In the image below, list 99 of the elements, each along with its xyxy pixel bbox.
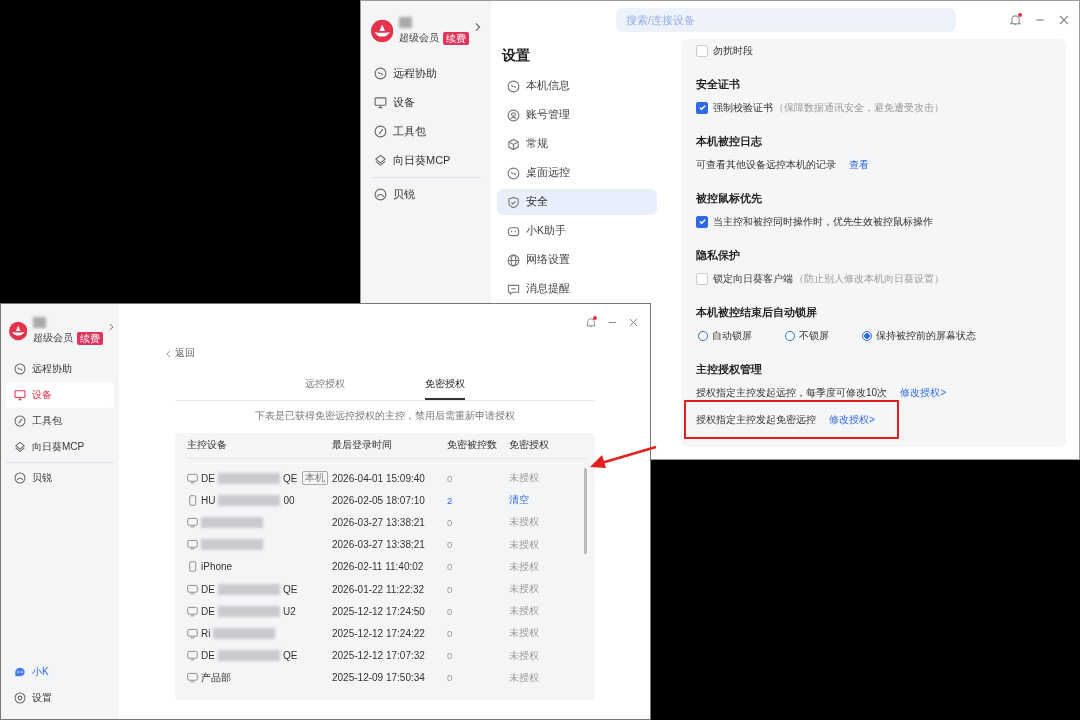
table-cell-text: 0 [447, 672, 454, 684]
device-name: 00 [283, 494, 295, 506]
tab[interactable]: 免密授权 [425, 378, 465, 400]
description-text: 可查看其他设备远控本机的记录 [696, 157, 836, 172]
sidebar-item[interactable]: 工具包 [6, 408, 114, 434]
table-cell-text: 2025-12-09 17:50:34 [332, 672, 426, 684]
table-cell-text: 0 [447, 561, 454, 573]
table-cell-text: 2 [447, 494, 454, 506]
sidebar-item[interactable]: 向日葵MCP [6, 434, 114, 460]
table-cell-text: 2026-04-01 15:09:40 [332, 472, 426, 484]
table-cell-text: 0 [447, 539, 454, 551]
sidebar-item[interactable]: 向日葵MCP [371, 146, 481, 175]
table-cell: 未授权 [509, 604, 539, 619]
section-heading: 主控授权管理 [696, 362, 763, 377]
column-header: 主控设备 [187, 439, 228, 452]
table-cell-text: 2026-01-22 11:22:32 [332, 583, 426, 595]
device-name: DE [201, 583, 215, 595]
settings-nav-item[interactable]: 账号管理 [497, 102, 657, 128]
checkbox-label: 勿扰时段 [713, 43, 753, 58]
sidebar-item[interactable]: 设备 [6, 382, 114, 408]
section-heading: 本机被控结束后自动锁屏 [696, 305, 818, 320]
device-name: U2 [282, 605, 296, 617]
device-name: iPhone [201, 561, 233, 573]
description-text: 下表是已获得免密远控授权的主控，禁用后需重新申请授权 [254, 410, 516, 423]
checkbox-label: 当主控和被控同时操作时，优先生效被控鼠标操作 [713, 214, 933, 229]
checkbox-note: （保障数据通讯安全，避免遭受攻击） [774, 100, 944, 115]
table-cell: 未授权 [509, 648, 539, 663]
device-name: 产品部 [201, 670, 231, 685]
section-heading: 隐私保护 [696, 248, 741, 263]
table-cell-text: 2025-12-12 17:07:32 [332, 650, 426, 662]
renew-badge[interactable]: 续费 [443, 31, 470, 45]
column-header: 免密授权 [509, 439, 549, 452]
table-cell-text: 2026-02-05 18:07:10 [332, 494, 426, 506]
device-name: DE [201, 650, 215, 662]
link[interactable]: 查看 [849, 157, 869, 172]
table-cell-text: 0 [447, 605, 454, 617]
section-heading: 本机被控日志 [696, 134, 763, 149]
device-name: DE [201, 605, 215, 617]
device-name: QE [282, 583, 298, 595]
settings-nav-item[interactable]: 桌面远控 [497, 160, 657, 186]
table-cell: 未授权 [509, 670, 539, 685]
table-cell: 未授权 [509, 582, 539, 597]
table-cell-text: 0 [447, 516, 454, 528]
device-name: DE [201, 472, 215, 484]
membership-label: 超级会员 [399, 31, 440, 45]
sidebar-item[interactable]: 远程协助 [6, 356, 114, 382]
sidebar-item[interactable]: 设备 [371, 88, 481, 117]
table-cell: 未授权 [509, 559, 539, 574]
table-cell-text: 2026-02-11 11:40:02 [332, 561, 425, 573]
radio-label: 保持被控前的屏幕状态 [876, 328, 976, 343]
sidebar-item[interactable]: 贝锐 [6, 465, 114, 491]
column-header: 免密被控数 [447, 439, 498, 452]
checkbox-label: 强制校验证书 [713, 100, 773, 115]
table-cell-text: 2026-03-27 13:38:21 [332, 539, 426, 551]
link[interactable]: 修改授权> [829, 412, 875, 427]
table-cell-text: 0 [447, 583, 454, 595]
link[interactable]: 修改授权> [900, 385, 946, 400]
table-cell-text: 0 [447, 472, 454, 484]
section-heading: 安全证书 [696, 77, 741, 92]
device-name: QE [282, 650, 298, 662]
settings-nav-item[interactable]: 消息提醒 [497, 276, 657, 302]
device-name: Ri [201, 627, 211, 639]
tab[interactable]: 远控授权 [305, 378, 345, 400]
description-text: 授权指定主控发起免密远控 [696, 412, 816, 427]
checkbox-label: 锁定向日葵客户端 [713, 271, 793, 286]
table-cell: 未授权 [509, 537, 539, 552]
device-name: QE [282, 472, 298, 484]
sidebar-item[interactable]: 远程协助 [371, 59, 481, 88]
settings-nav-item[interactable]: 网络设置 [497, 247, 657, 273]
device-name: HU [201, 494, 216, 506]
description-text: 授权指定主控发起远控，每季度可修改10次 [696, 385, 888, 400]
settings-title: 设置 [500, 46, 531, 65]
table-cell: 未授权 [509, 626, 539, 641]
table-cell: 未授权 [509, 515, 539, 530]
settings-nav-item[interactable]: 本机信息 [497, 73, 657, 99]
table-cell: 未授权 [509, 471, 539, 486]
renew-badge[interactable]: 续费 [77, 331, 104, 345]
this-device-tag: 本机 [302, 471, 329, 486]
search-field[interactable]: 搜索/连接设备 [616, 8, 956, 32]
sidebar-item[interactable]: 工具包 [371, 117, 481, 146]
radio-label: 不锁屏 [799, 328, 829, 343]
section-heading: 被控鼠标优先 [696, 191, 763, 206]
radio-label: 自动锁屏 [712, 328, 752, 343]
checkbox-note: （防止别人修改本机向日葵设置） [794, 271, 944, 286]
sidebar-item[interactable]: 贝锐 [371, 180, 481, 209]
settings-nav-item[interactable]: 小K助手 [497, 218, 657, 244]
table-cell-text: 2026-03-27 13:38:21 [332, 516, 426, 528]
sidebar-footer-item[interactable]: 设置 [6, 685, 114, 711]
settings-nav-item[interactable]: 常规 [497, 131, 657, 157]
table-cell-text: 2025-12-12 17:24:22 [332, 627, 426, 639]
back-link[interactable]: 返回 [166, 347, 195, 360]
settings-nav-item[interactable]: 安全 [497, 189, 657, 215]
clear-link[interactable]: 清空 [509, 493, 529, 508]
membership-label: 超级会员 [33, 331, 74, 345]
column-header: 最后登录时间 [332, 439, 393, 452]
table-cell-text: 0 [447, 650, 454, 662]
sidebar-footer-item[interactable]: 小K [6, 659, 114, 685]
table-cell-text: 0 [447, 627, 454, 639]
table-cell-text: 2025-12-12 17:24:50 [332, 605, 426, 617]
